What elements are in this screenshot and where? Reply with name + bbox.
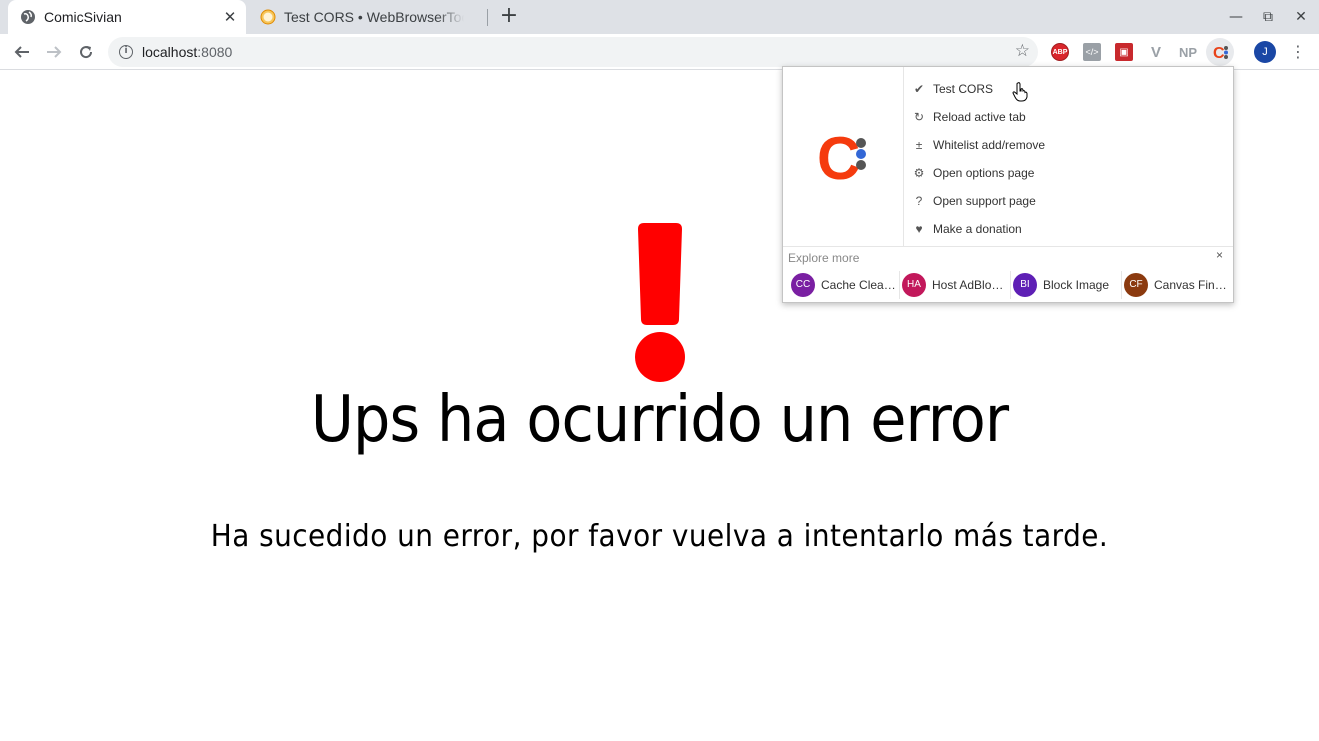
recommendation-badge: BI [1013, 273, 1037, 297]
cors-icon [260, 9, 276, 25]
popup-divider [783, 246, 1233, 247]
menu-item-reload-active-tab[interactable]: ↻ Reload active tab [905, 103, 1233, 131]
plus-minus-icon: ± [915, 138, 923, 152]
recommendation-badge: HA [902, 273, 926, 297]
restore-button[interactable]: ⧉ [1259, 8, 1277, 26]
bookmark-star-icon[interactable]: ☆ [1015, 41, 1030, 61]
page-subtitle: Ha sucedido un error, por favor vuelva a… [210, 519, 1109, 554]
explore-close-icon[interactable]: × [1216, 248, 1223, 262]
popup-menu: ✔ Test CORS ↻ Reload active tab ± Whitel… [905, 75, 1233, 243]
menu-item-options[interactable]: ⚙ Open options page [905, 159, 1233, 187]
avatar[interactable]: J [1254, 41, 1276, 63]
question-icon: ? [915, 194, 923, 208]
reload-icon [80, 46, 93, 59]
browser-menu-icon[interactable]: ⋮ [1288, 42, 1308, 62]
forward-arrow-icon [47, 46, 62, 58]
np-icon[interactable]: NP [1179, 43, 1197, 61]
url-text[interactable]: localhost:8080 [142, 44, 232, 60]
svg-text:C: C [817, 127, 860, 187]
tab-title: ComicSivian [44, 9, 122, 25]
browser-toolbar: i localhost:8080 ☆ ABP </> ▣ V NP C J ⋮ [0, 34, 1319, 70]
menu-item-label: Make a donation [933, 222, 1022, 236]
menu-item-support[interactable]: ? Open support page [905, 187, 1233, 215]
gear-icon: ⚙ [913, 166, 925, 180]
recommendation-cache-cleaner[interactable]: CC Cache Cleaner [791, 269, 897, 301]
hand-cursor-icon [1012, 82, 1028, 102]
menu-item-label: Test CORS [933, 82, 994, 96]
tab-test-cors[interactable]: Test CORS • WebBrowserTools [248, 0, 488, 34]
explore-more-label: Explore more [788, 251, 860, 265]
svg-text:C: C [1213, 45, 1225, 62]
code-icon[interactable]: </> [1083, 43, 1101, 61]
menu-item-whitelist[interactable]: ± Whitelist add/remove [905, 131, 1233, 159]
page-title: Ups ha ocurrido un error [310, 383, 1009, 457]
tab-title: Test CORS • WebBrowserTools [284, 9, 464, 25]
recommendation-host-adblocker[interactable]: HA Host AdBlocker [902, 269, 1008, 301]
cors-extension-popup: C ✔ Test CORS ↻ Reload active tab ± Whit… [782, 66, 1234, 303]
minimize-button[interactable]: — [1227, 8, 1245, 26]
back-arrow-icon [14, 46, 29, 58]
forward-button[interactable] [42, 40, 66, 64]
site-info-icon[interactable]: i [119, 45, 133, 59]
recommendation-badge: CF [1124, 273, 1148, 297]
heart-icon: ♥ [915, 222, 923, 236]
tab-comicsivian[interactable]: ComicSivian ✕ [8, 0, 246, 34]
tab-separator [487, 9, 488, 26]
check-icon: ✔ [913, 82, 925, 96]
menu-item-label: Open options page [933, 166, 1035, 180]
menu-item-label: Whitelist add/remove [933, 138, 1046, 152]
address-bar[interactable]: i localhost:8080 ☆ [108, 37, 1038, 67]
recommendation-name: Block Image [1043, 278, 1110, 292]
menu-item-test-cors[interactable]: ✔ Test CORS [905, 75, 1233, 103]
recommendation-name: Host AdBlocker [932, 278, 1008, 292]
recommendation-block-image[interactable]: BI Block Image [1013, 269, 1119, 301]
red-ext-icon[interactable]: ▣ [1115, 43, 1133, 61]
recommendation-badge: CC [791, 273, 815, 297]
menu-item-label: Open support page [933, 194, 1036, 208]
recommendation-canvas-fingerprint[interactable]: CF Canvas Fingerprint [1124, 269, 1230, 301]
tab-strip: ComicSivian ✕ Test CORS • WebBrowserTool… [0, 0, 1319, 34]
globe-icon [20, 9, 36, 25]
recommendation-name: Cache Cleaner [821, 278, 897, 292]
abp-icon[interactable]: ABP [1051, 43, 1069, 61]
v-icon[interactable]: V [1147, 43, 1165, 61]
exclamation-icon [635, 223, 685, 382]
cors-extension-icon[interactable]: C [1206, 38, 1234, 66]
recommendation-separator [1010, 271, 1011, 299]
cors-logo: C [783, 67, 904, 246]
tab-close-icon[interactable]: ✕ [222, 9, 238, 25]
recommendation-separator [1121, 271, 1122, 299]
menu-item-donation[interactable]: ♥ Make a donation [905, 215, 1233, 243]
recommendation-name: Canvas Fingerprint [1154, 278, 1230, 292]
window-close-button[interactable]: ✕ [1292, 8, 1310, 26]
new-tab-button[interactable]: + [498, 5, 520, 28]
recommendation-separator [899, 271, 900, 299]
reload-button[interactable] [74, 40, 98, 64]
menu-item-label: Reload active tab [933, 110, 1026, 124]
back-button[interactable] [10, 40, 34, 64]
reload-icon: ↻ [913, 110, 925, 124]
